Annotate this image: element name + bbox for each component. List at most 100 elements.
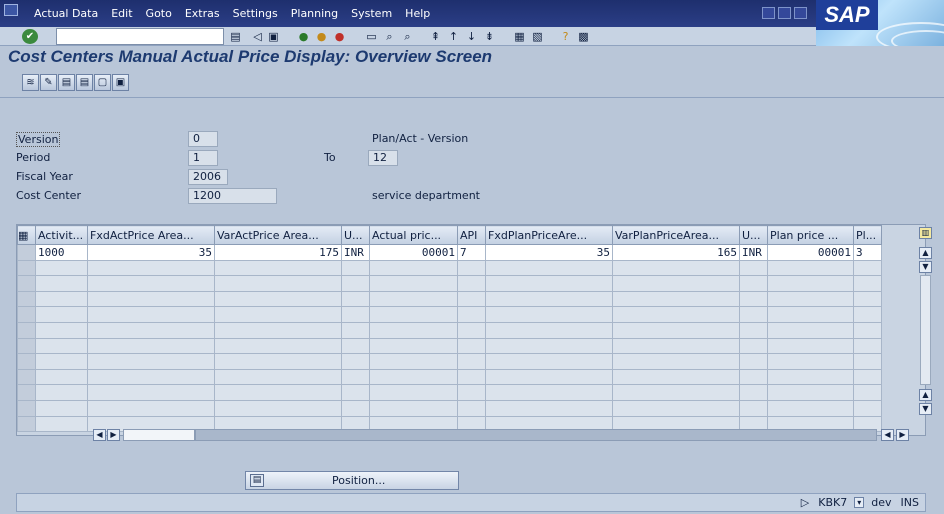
table-alt-icon[interactable]: ▤ [76,74,93,91]
column-header[interactable]: Plan price ... [767,225,854,245]
table-cell[interactable] [739,275,768,292]
table-cell[interactable] [369,353,458,370]
table-cell[interactable] [35,353,88,370]
table-cell[interactable] [369,306,458,323]
row-selector[interactable] [17,353,36,370]
overview-icon[interactable]: ≋ [22,74,39,91]
table-cell[interactable] [457,259,486,277]
table-cell[interactable] [341,259,370,277]
table-cell[interactable] [739,306,768,323]
table-cell[interactable] [341,353,370,370]
table-cell[interactable] [612,259,740,277]
table-cell[interactable] [341,337,370,355]
table-settings-icon[interactable]: ▥ [919,227,932,239]
table-cell[interactable] [87,275,215,292]
create-shortcut-icon[interactable]: ▧ [530,29,545,44]
status-expand-icon[interactable]: ▷ [799,496,811,509]
table-cell[interactable] [214,306,342,323]
table-cell[interactable] [369,399,458,417]
scroll-right-icon[interactable]: ▶ [896,429,909,441]
table-cell[interactable] [485,321,613,339]
column-header[interactable]: Pl... [853,225,882,245]
table-cell[interactable] [35,384,88,401]
menu-planning[interactable]: Planning [291,7,338,20]
table-cell[interactable] [767,290,854,308]
previous-page-icon[interactable]: ↑ [446,29,461,44]
table-cell[interactable] [612,337,740,355]
table-cell[interactable] [87,353,215,370]
fiscal-year-field[interactable]: 2006 [188,169,228,185]
table-cell[interactable] [853,353,882,370]
back-icon[interactable]: ● [296,29,311,44]
column-header[interactable]: VarActPrice Area... [214,225,342,245]
menu-extras[interactable]: Extras [185,7,220,20]
status-info-icon[interactable]: ▾ [854,497,865,508]
system-menu-icon[interactable] [4,4,18,16]
table-cell[interactable] [853,259,882,277]
column-header[interactable]: Actual pric... [369,225,458,245]
table-cell[interactable] [341,275,370,292]
last-page-icon[interactable]: ⇟ [482,29,497,44]
table-cell[interactable] [853,306,882,323]
table-cell[interactable] [35,306,88,323]
column-header[interactable]: U... [341,225,370,245]
maximize-window-icon[interactable] [778,7,791,19]
table-cell[interactable] [485,290,613,308]
table-cell[interactable] [87,290,215,308]
table-cell[interactable] [457,321,486,339]
table-cell[interactable] [739,399,768,417]
table-cell[interactable] [612,353,740,370]
row-selector[interactable] [17,306,36,323]
table-cell[interactable] [369,384,458,401]
scroll-track[interactable] [195,429,877,441]
help-icon[interactable]: ? [558,29,573,44]
table-cell[interactable] [612,384,740,401]
table-cell[interactable] [853,290,882,308]
table-cell[interactable] [341,399,370,417]
table-cell[interactable] [341,306,370,323]
save-icon[interactable]: ▣ [266,29,281,44]
table-cell[interactable] [457,275,486,292]
row-selector[interactable] [17,244,36,261]
table-cell[interactable] [87,384,215,401]
customize-layout-icon[interactable]: ▩ [576,29,591,44]
enter-check-icon[interactable]: ✔ [22,29,38,44]
table-cell[interactable]: 35 [485,244,613,261]
table-cell[interactable] [35,368,88,386]
print-icon[interactable]: ▭ [364,29,379,44]
column-header[interactable]: VarPlanPriceArea... [612,225,740,245]
version-field[interactable]: 0 [188,131,218,147]
table-cell[interactable] [767,306,854,323]
table-cell[interactable] [457,337,486,355]
table-cell[interactable] [214,259,342,277]
row-selector[interactable] [17,259,36,277]
table-icon[interactable]: ▤ [58,74,75,91]
find-next-icon[interactable]: ⌕ [400,29,415,44]
table-cell[interactable] [341,384,370,401]
close-window-icon[interactable] [794,7,807,19]
scroll-track[interactable] [920,275,931,385]
table-cell[interactable] [457,368,486,386]
table-cell[interactable] [457,384,486,401]
table-cell[interactable] [612,321,740,339]
table-cell[interactable] [739,337,768,355]
table-cell[interactable] [214,384,342,401]
table-cell[interactable] [87,399,215,417]
table-cell[interactable] [853,368,882,386]
table-cell[interactable] [457,290,486,308]
table-cell[interactable] [457,399,486,417]
menu-system[interactable]: System [351,7,392,20]
table-cell[interactable] [87,321,215,339]
table-cell[interactable]: INR [739,244,768,261]
scroll-left-icon[interactable]: ◀ [93,429,106,441]
table-cell[interactable] [369,275,458,292]
first-page-icon[interactable]: ⇞ [428,29,443,44]
table-cell[interactable] [485,337,613,355]
table-cell[interactable] [214,337,342,355]
scroll-thumb[interactable] [123,429,195,441]
column-header[interactable]: FxdActPrice Area... [87,225,215,245]
table-cell[interactable] [612,290,740,308]
column-header[interactable]: U... [739,225,768,245]
position-button[interactable]: ▤ Position... [245,471,459,490]
scroll-down-icon[interactable]: ▼ [919,403,932,415]
